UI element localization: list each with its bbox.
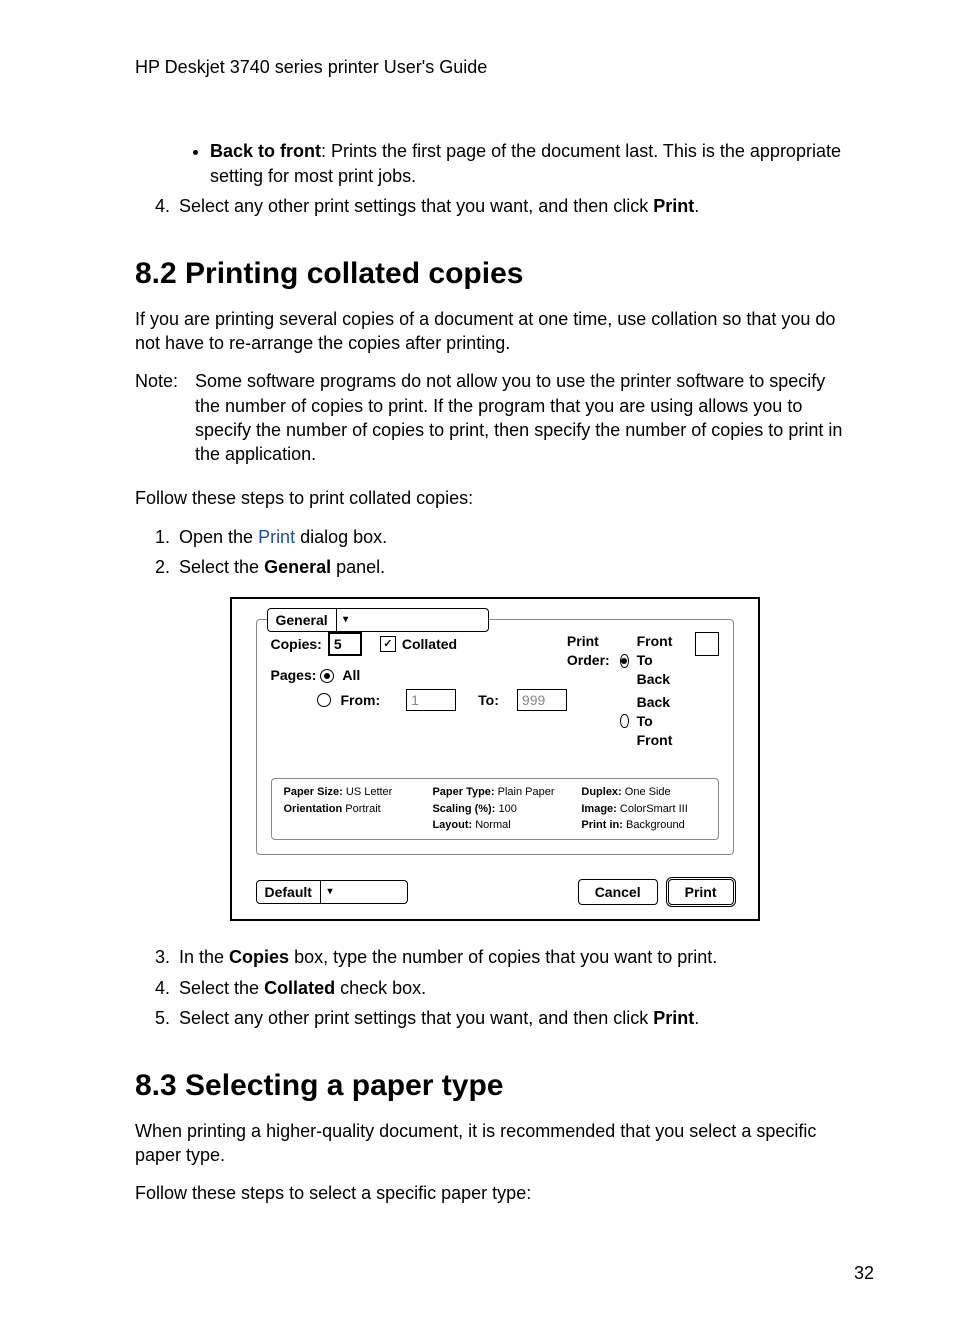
heading-8-2: 8.2 Printing collated copies: [135, 254, 854, 295]
copies-input[interactable]: 5: [328, 632, 362, 656]
pages-label: Pages:: [271, 666, 317, 685]
bullet-back-to-front: Back to front: Prints the first page of …: [210, 139, 854, 188]
bullet-label: Back to front: [210, 141, 321, 161]
pages-all-label: All: [342, 666, 360, 685]
pages-all-radio[interactable]: [320, 669, 334, 683]
print-order-label: Print Order:: [567, 632, 612, 670]
back-to-front-radio[interactable]: [620, 714, 628, 728]
copies-label: Copies:: [271, 635, 322, 654]
step-1: Open the Print dialog box.: [175, 525, 854, 549]
collated-checkbox[interactable]: ✓: [380, 636, 396, 652]
step-2: Select the General panel.: [175, 555, 854, 579]
heading-8-3: 8.3 Selecting a paper type: [135, 1066, 854, 1107]
intro-8-2: If you are printing several copies of a …: [135, 307, 854, 356]
collated-label: Collated: [402, 635, 457, 654]
note-label: Note:: [135, 369, 195, 466]
note-text: Some software programs do not allow you …: [195, 369, 854, 466]
print-button[interactable]: Print: [668, 879, 734, 905]
pages-from-label: From:: [341, 691, 381, 710]
step-3: In the Copies box, type the number of co…: [175, 945, 854, 969]
step-5: Select any other print settings that you…: [175, 1006, 854, 1030]
default-dropdown-value: Default: [257, 881, 320, 903]
print-dialog: General ▾ Copies: 5 ✓ Collated: [230, 597, 760, 921]
print-link[interactable]: Print: [258, 527, 295, 547]
intro-8-3: When printing a higher-quality document,…: [135, 1119, 854, 1168]
chevron-updown-icon: ▾: [336, 609, 355, 631]
chevron-updown-icon: ▾: [320, 881, 339, 903]
back-to-front-label: Back To Front: [637, 693, 687, 750]
pages-from-radio[interactable]: [317, 693, 331, 707]
follow-8-2: Follow these steps to print collated cop…: [135, 486, 854, 510]
cancel-button[interactable]: Cancel: [578, 879, 658, 905]
page-header: HP Deskjet 3740 series printer User's Gu…: [135, 55, 874, 79]
front-to-back-radio[interactable]: [620, 654, 628, 668]
panel-dropdown-value: General: [268, 609, 336, 631]
step-4-top: Select any other print settings that you…: [175, 194, 854, 218]
page-number: 32: [854, 1261, 874, 1285]
front-to-back-label: Front To Back: [637, 632, 687, 689]
follow-8-3: Follow these steps to select a specific …: [135, 1181, 854, 1205]
panel-dropdown[interactable]: General ▾: [267, 608, 489, 632]
print-info-panel: Paper Size: US Letter Paper Type: Plain …: [271, 778, 719, 841]
from-input[interactable]: 1: [406, 689, 456, 711]
to-input[interactable]: 999: [517, 689, 567, 711]
collate-preview-icon: [695, 632, 719, 656]
to-label: To:: [478, 691, 499, 710]
step-4: Select the Collated check box.: [175, 976, 854, 1000]
default-dropdown[interactable]: Default ▾: [256, 880, 408, 904]
